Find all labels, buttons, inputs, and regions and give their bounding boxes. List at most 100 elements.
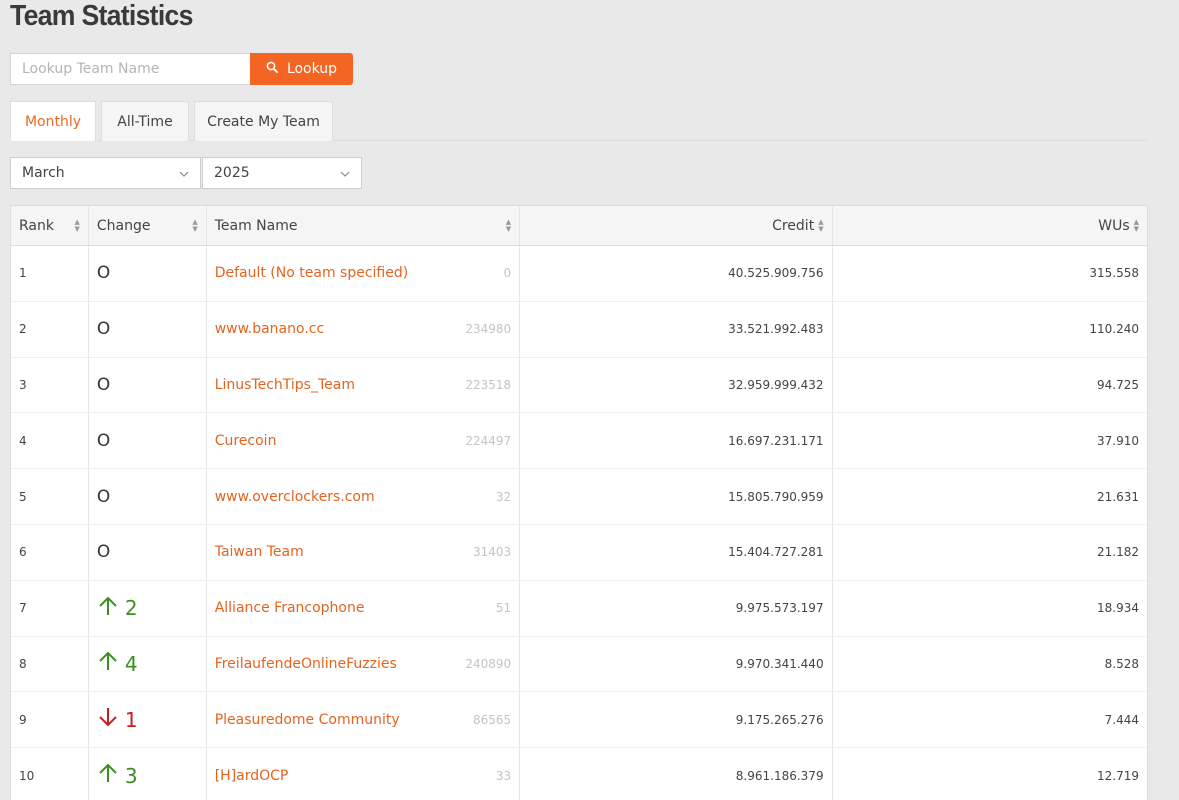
change-cell: O [89,524,207,580]
team-name-link[interactable]: [H]ardOCP [215,768,289,784]
lookup-button[interactable]: Lookup [250,53,353,85]
sort-icon: ▲ ▼ [505,217,512,233]
team-stats-table: Rank ▲ ▼ Change ▲ ▼ Team Name ▲ ▼ Credit ▲ ▼ WUs… [10,205,1148,800]
team-cell: www.overclockers.com 32 [207,469,521,524]
table-row: 10 3 [H]ardOCP 33 8.961.186.379 12.719 [11,748,1147,800]
change-up: 3 [97,762,138,789]
arrow-up-icon [97,762,119,789]
change-up: 2 [97,595,138,622]
team-name-link[interactable]: LinusTechTips_Team [215,377,355,393]
team-id: 223518 [465,377,512,392]
table-row: 5 O www.overclockers.com 32 15.805.790.95… [11,469,1147,525]
wus-value: 12.719 [1097,768,1140,783]
credit-value: 16.697.231.171 [728,433,824,448]
change-cell: 3 [89,748,207,800]
tab-all-time[interactable]: All-Time [101,101,189,141]
year-select[interactable]: 2025 [202,157,362,189]
credit-cell: 9.175.265.276 [520,692,833,748]
chevron-down-icon [179,165,189,181]
change-column-header[interactable]: Change ▲ ▼ [89,206,207,245]
table-row: 9 1 Pleasuredome Community 86565 9.175.26… [11,692,1147,749]
rank-value: 8 [19,656,27,671]
wus-cell: 21.182 [833,525,1147,580]
change-value: O [96,430,111,451]
sort-icon: ▲ ▼ [818,217,824,233]
lookup-button-label: Lookup [286,61,338,77]
team-cell: Default (No team specified) 0 [207,246,521,301]
change-value: O [96,319,111,340]
rank-value: 7 [19,601,27,616]
sort-icon: ▲ ▼ [1133,217,1140,233]
stats-tabs: Monthly All-Time Create My Team [10,101,1147,141]
change-value: O [96,486,111,507]
rank-cell: 8 [11,636,89,692]
team-name-link[interactable]: Curecoin [215,433,277,449]
team-name-link[interactable]: FreilaufendeOnlineFuzzies [215,656,397,672]
team-cell: Curecoin 224497 [207,413,521,469]
tab-create-my-team[interactable]: Create My Team [194,101,333,141]
change-value: O [96,542,111,563]
team-cell: www.banano.cc 234980 [207,301,521,357]
team-cell: Pleasuredome Community 86565 [207,692,521,748]
credit-cell: 16.697.231.171 [520,413,833,469]
wus-value: 37.910 [1097,433,1140,448]
team-name-link[interactable]: Pleasuredome Community [215,712,400,728]
rank-cell: 7 [11,580,89,636]
team-cell: [H]ardOCP 33 [207,748,521,800]
rank-header-label: Rank [19,217,54,234]
rank-value: 2 [19,322,27,337]
wus-cell: 12.719 [833,748,1147,800]
wus-value: 110.240 [1089,322,1140,337]
change-cell: O [89,413,207,469]
team-cell: FreilaufendeOnlineFuzzies 240890 [207,636,521,692]
sort-icon: ▲ ▼ [192,217,198,233]
rank-column-header[interactable]: Rank ▲ ▼ [11,206,89,245]
team-name-link[interactable]: www.overclockers.com [215,489,375,505]
table-row: 3 O LinusTechTips_Team 223518 32.959.999.… [11,357,1147,414]
credit-header-label: Credit [772,217,815,234]
team-name-link[interactable]: Alliance Francophone [215,600,365,616]
rank-value: 6 [19,545,27,560]
wus-value: 21.182 [1097,545,1140,560]
arrow-up-icon [97,650,119,677]
team-id: 31403 [472,545,512,560]
credit-value: 40.525.909.756 [728,266,824,281]
wus-cell: 7.444 [833,692,1147,747]
month-select[interactable]: March [10,157,201,189]
period-filters: March 2025 [10,157,362,189]
change-cell: O [89,357,207,413]
change-header-label: Change [96,217,151,234]
wus-cell: 21.631 [833,469,1147,524]
team-id: 33 [495,768,512,783]
table-header: Rank ▲ ▼ Change ▲ ▼ Team Name ▲ ▼ Credit ▲ ▼ WUs… [11,206,1147,246]
tab-monthly[interactable]: Monthly [10,101,96,141]
team-name-link[interactable]: Taiwan Team [215,544,304,560]
sort-icon: ▲ ▼ [74,217,80,233]
page-title: Team Statistics [10,0,193,32]
credit-cell: 15.805.790.959 [520,469,833,524]
table-row: 4 O Curecoin 224497 16.697.231.171 37.910 [11,413,1147,470]
team-name-link[interactable]: www.banano.cc [215,321,324,337]
change-down: 1 [97,706,138,733]
credit-cell: 9.970.341.440 [520,636,833,692]
wus-cell: 8.528 [833,637,1147,692]
team-id: 86565 [472,712,512,727]
change-value: 2 [124,596,138,621]
team-column-header[interactable]: Team Name ▲ ▼ [207,206,521,245]
credit-column-header[interactable]: Credit ▲ ▼ [520,206,833,245]
credit-value: 9.975.573.197 [735,601,824,616]
team-id: 0 [503,266,512,281]
credit-cell: 40.525.909.756 [520,246,833,301]
change-cell: O [89,469,207,524]
team-search: Lookup [10,53,353,85]
team-search-input[interactable] [10,53,250,85]
team-id: 32 [495,489,512,504]
wus-column-header[interactable]: WUs ▲ ▼ [833,206,1147,245]
team-cell: Alliance Francophone 51 [207,580,521,636]
team-id: 51 [495,601,512,616]
table-row: 2 O www.banano.cc 234980 33.521.992.483 1… [11,301,1147,358]
credit-cell: 8.961.186.379 [520,748,833,800]
team-name-link[interactable]: Default (No team specified) [215,265,408,281]
rank-cell: 3 [11,357,89,413]
table-row: 6 O Taiwan Team 31403 15.404.727.281 21.1… [11,524,1147,581]
